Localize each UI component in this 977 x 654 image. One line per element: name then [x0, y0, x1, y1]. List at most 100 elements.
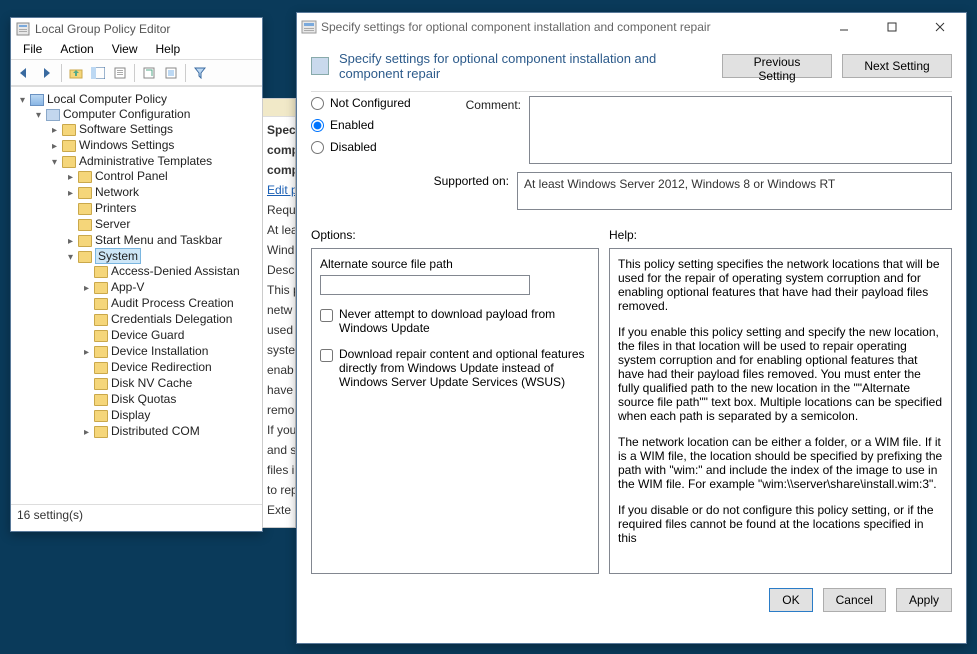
tree-windows-settings[interactable]: Windows Settings: [79, 138, 174, 152]
collapse-icon[interactable]: ▾: [49, 157, 60, 168]
tree-system[interactable]: System: [95, 248, 141, 264]
gpedit-titlebar[interactable]: Local Group Policy Editor: [11, 18, 262, 40]
maximize-button[interactable]: [870, 14, 914, 40]
menu-view[interactable]: View: [104, 41, 146, 58]
tree-display[interactable]: Display: [111, 408, 150, 422]
status-text: 16 setting(s): [17, 508, 83, 522]
help-label: Help:: [609, 228, 952, 242]
toolbar-sep2: [134, 64, 135, 82]
menu-help[interactable]: Help: [148, 41, 189, 58]
collapse-icon[interactable]: ▾: [65, 252, 76, 263]
collapse-icon[interactable]: ▾: [17, 95, 28, 106]
help-paragraph: This policy setting specifies the networ…: [618, 257, 943, 313]
never-download-checkbox[interactable]: Never attempt to download payload from W…: [320, 307, 590, 335]
expand-icon[interactable]: ▸: [49, 141, 60, 152]
show-hide-tree-icon[interactable]: [88, 63, 108, 83]
folder-icon: [78, 187, 92, 199]
tree-device-redir[interactable]: Device Redirection: [111, 360, 212, 374]
expand-icon[interactable]: ▸: [65, 188, 76, 199]
tree-control-panel[interactable]: Control Panel: [95, 169, 168, 183]
tree-software-settings[interactable]: Software Settings: [79, 122, 173, 136]
gpedit-icon: [15, 21, 31, 37]
settings-list-pane: Spec comp comp Edit p Requ At lea Wind D…: [262, 98, 296, 528]
tree-device-install[interactable]: Device Installation: [111, 344, 208, 358]
policy-tree[interactable]: ▾Local Computer Policy ▾Computer Configu…: [11, 86, 262, 504]
minimize-button[interactable]: [822, 14, 866, 40]
radio-enabled[interactable]: Enabled: [311, 118, 421, 132]
up-folder-icon[interactable]: [66, 63, 86, 83]
folder-icon: [94, 266, 108, 278]
policy-header-icon: [311, 57, 329, 75]
expand-icon[interactable]: ▸: [81, 347, 92, 358]
folder-icon: [94, 346, 108, 358]
download-direct-checkbox[interactable]: Download repair content and optional fea…: [320, 347, 590, 389]
edit-policy-link[interactable]: Edit p: [267, 183, 296, 197]
tree-access-denied[interactable]: Access-Denied Assistan: [111, 264, 240, 278]
nav-back-icon[interactable]: [15, 63, 35, 83]
state-radio-group: Not Configured Enabled Disabled: [311, 96, 421, 164]
expand-icon[interactable]: ▸: [49, 125, 60, 136]
cancel-button[interactable]: Cancel: [823, 588, 886, 612]
next-setting-button[interactable]: Next Setting: [842, 54, 952, 78]
apply-button[interactable]: Apply: [896, 588, 952, 612]
tree-network[interactable]: Network: [95, 185, 139, 199]
tree-computer-config[interactable]: Computer Configuration: [63, 107, 190, 121]
expand-icon[interactable]: ▸: [65, 172, 76, 183]
settings-pane-header: [263, 99, 295, 117]
folder-icon: [94, 330, 108, 342]
folder-icon: [62, 156, 76, 168]
folder-icon: [94, 282, 108, 294]
previous-setting-button[interactable]: Previous Setting: [722, 54, 832, 78]
computer-icon: [46, 109, 60, 121]
tree-disk-quotas[interactable]: Disk Quotas: [111, 392, 176, 406]
gpedit-title: Local Group Policy Editor: [35, 22, 170, 36]
collapse-icon[interactable]: ▾: [33, 110, 44, 121]
policy-icon: [301, 19, 317, 35]
supported-on-label: Supported on:: [311, 172, 509, 210]
tree-root[interactable]: Local Computer Policy: [47, 92, 167, 106]
gpedit-menubar: File Action View Help: [11, 40, 262, 60]
expand-icon[interactable]: ▸: [81, 427, 92, 438]
tree-audit-process[interactable]: Audit Process Creation: [111, 296, 234, 310]
ok-button[interactable]: OK: [769, 588, 812, 612]
expand-icon[interactable]: ▸: [81, 283, 92, 294]
help-pane: This policy setting specifies the networ…: [609, 248, 952, 574]
tree-disk-nv[interactable]: Disk NV Cache: [111, 376, 192, 390]
dialog-titlebar[interactable]: Specify settings for optional component …: [297, 13, 966, 41]
menu-file[interactable]: File: [15, 41, 50, 58]
tree-start-menu[interactable]: Start Menu and Taskbar: [95, 233, 222, 247]
filter-icon[interactable]: [190, 63, 210, 83]
comment-label: Comment:: [433, 96, 521, 164]
tree-appv[interactable]: App-V: [111, 280, 144, 294]
folder-icon: [94, 426, 108, 438]
folder-icon: [94, 410, 108, 422]
close-button[interactable]: [918, 14, 962, 40]
folder-icon: [78, 235, 92, 247]
nav-forward-icon[interactable]: [37, 63, 57, 83]
tree-server[interactable]: Server: [95, 217, 130, 231]
radio-disabled[interactable]: Disabled: [311, 140, 421, 154]
expand-icon[interactable]: ▸: [65, 236, 76, 247]
folder-icon: [94, 362, 108, 374]
folder-icon: [94, 378, 108, 390]
tree-device-guard[interactable]: Device Guard: [111, 328, 184, 342]
dialog-footer: OK Cancel Apply: [297, 574, 966, 626]
folder-icon: [62, 124, 76, 136]
tree-dcom[interactable]: Distributed COM: [111, 424, 200, 438]
alt-source-input[interactable]: [320, 275, 530, 295]
folder-icon: [94, 314, 108, 326]
radio-not-configured[interactable]: Not Configured: [311, 96, 421, 110]
refresh-icon[interactable]: [139, 63, 159, 83]
tree-admin-templates[interactable]: Administrative Templates: [79, 154, 212, 168]
export-icon[interactable]: [161, 63, 181, 83]
menu-action[interactable]: Action: [52, 41, 101, 58]
tree-credentials[interactable]: Credentials Delegation: [111, 312, 232, 326]
tree-printers[interactable]: Printers: [95, 201, 136, 215]
policy-dialog: Specify settings for optional component …: [296, 12, 967, 644]
options-pane: Alternate source file path Never attempt…: [311, 248, 599, 574]
gpedit-window: Local Group Policy Editor File Action Vi…: [10, 17, 263, 532]
gpedit-statusbar: 16 setting(s): [11, 504, 262, 524]
toolbar-sep: [61, 64, 62, 82]
comment-textarea[interactable]: [529, 96, 952, 164]
properties-icon[interactable]: [110, 63, 130, 83]
